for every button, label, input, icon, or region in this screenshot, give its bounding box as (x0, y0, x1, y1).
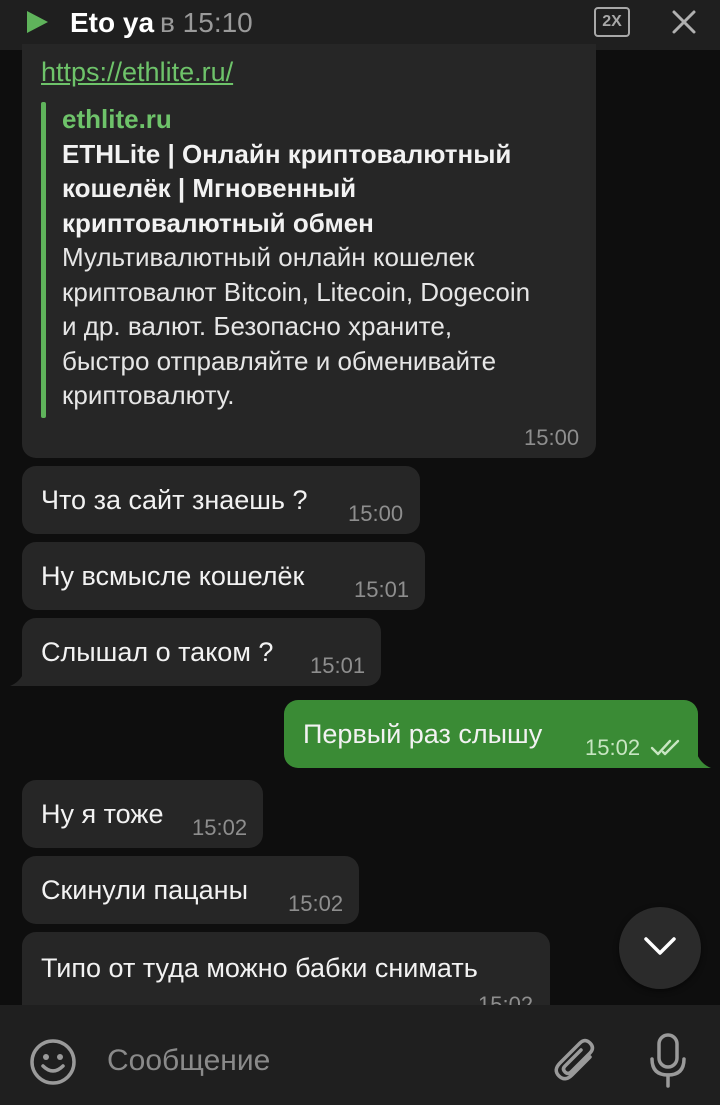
message-time: 15:01 (354, 577, 410, 602)
message-bubble[interactable]: Слышал о таком ? 15:01 (22, 618, 381, 686)
message-time: 15:02 (585, 735, 641, 760)
message-link[interactable]: https://ethlite.ru/ (41, 57, 233, 88)
message-bubble[interactable]: Ну я тоже 15:02 (22, 780, 263, 848)
message-text: Скинули пацаны (41, 875, 248, 905)
link-preview-desc-line: Мультивалютный онлайн кошелек (62, 242, 475, 272)
sender-name: Eto ya (70, 7, 155, 38)
link-preview-desc-line: криптовалют Bitcoin, Litecoin, Dogecoin (62, 276, 531, 307)
message-composer (0, 1005, 720, 1105)
link-preview-desc-line: криптовалюту. (62, 380, 235, 410)
message-bubble[interactable]: Что за сайт знаешь ? 15:00 (22, 466, 420, 534)
message-time: 15:00 (348, 501, 404, 526)
link-preview[interactable]: ethlite.ru ETHLite | Онлайн криптовалютн… (62, 102, 582, 413)
link-preview-title-line: ETHLite | Онлайн криптовалютный (62, 138, 512, 169)
message-text: Слышал о таком ? (41, 637, 274, 667)
bubble-tail (697, 754, 711, 768)
message-text: Ну я тоже (41, 799, 164, 829)
close-icon[interactable] (671, 9, 697, 35)
microphone-icon[interactable] (648, 1033, 688, 1089)
message-bubble[interactable]: Ну всмысле кошелёк 15:01 (22, 542, 425, 610)
attach-icon[interactable] (552, 1035, 600, 1087)
link-preview-accent (41, 102, 46, 418)
link-preview-title-line: криптовалютный обмен (62, 207, 374, 238)
message-text: Ну всмысле кошелёк (41, 561, 305, 591)
message-input[interactable] (105, 1035, 529, 1087)
player-bar: Eto ya в 15:10 2X (0, 0, 720, 50)
player-time: в 15:10 (160, 7, 253, 38)
message-bubble[interactable]: Скинули пацаны 15:02 (22, 856, 359, 924)
message-time: 15:02 (192, 815, 248, 840)
link-preview-desc-line: и др. валют. Безопасно храните, (62, 311, 453, 341)
link-preview-title-line: кошелёк | Мгновенный (62, 173, 357, 203)
message-text: Первый раз слышу (303, 719, 543, 749)
chevron-down-icon (644, 937, 676, 955)
emoji-icon[interactable] (29, 1038, 77, 1086)
playback-speed-button[interactable]: 2X (594, 7, 630, 37)
play-icon[interactable] (24, 9, 50, 35)
read-checkmarks-icon (650, 739, 680, 756)
message-time: 15:01 (310, 653, 366, 678)
message-time: 15:00 (524, 425, 580, 450)
message-text: Типо от туда можно бабки снимать (41, 953, 478, 983)
link-preview-site: ethlite.ru (62, 104, 172, 134)
outgoing-message-bubble[interactable]: Первый раз слышу 15:02 (284, 700, 698, 768)
link-preview-desc-line: быстро отправляйте и обменивайте (62, 345, 497, 376)
message-time: 15:02 (288, 891, 344, 916)
message-text: Что за сайт знаешь ? (41, 485, 308, 515)
scroll-down-button[interactable] (619, 907, 701, 989)
player-title: Eto ya в 15:10 (70, 7, 253, 39)
